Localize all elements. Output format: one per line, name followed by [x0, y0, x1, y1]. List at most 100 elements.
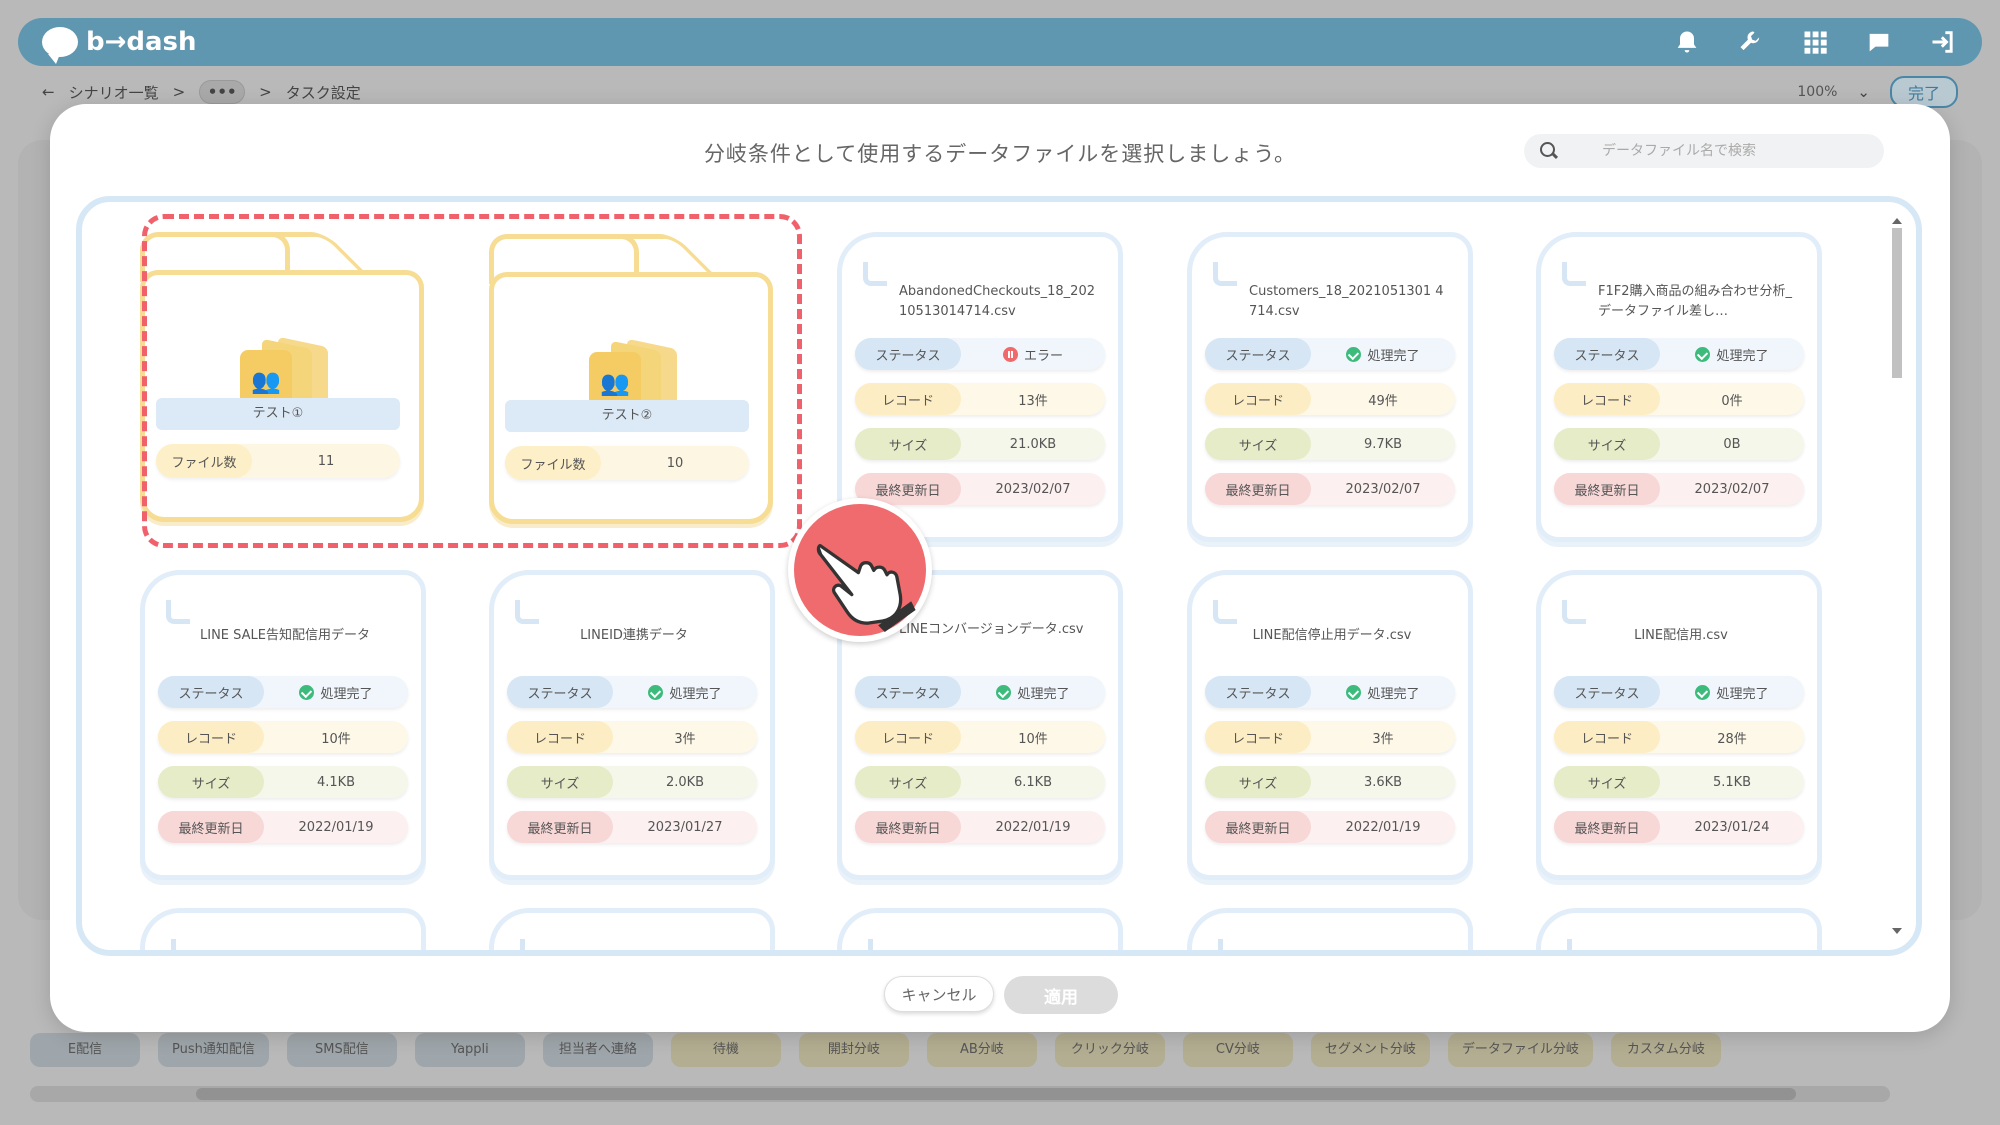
chevron-down-icon[interactable]: ⌄: [1857, 83, 1870, 101]
record-row: レコード 3件: [507, 721, 757, 753]
file-card[interactable]: [1536, 908, 1822, 950]
palette-item[interactable]: E配信: [30, 1033, 140, 1067]
record-row: レコード 0件: [1554, 383, 1804, 415]
size-row: サイズ 5.1KB: [1554, 766, 1804, 798]
palette-item[interactable]: CV分岐: [1182, 1033, 1293, 1067]
record-row: レコード 28件: [1554, 721, 1804, 753]
file-name: LINE配信停止用データ.csv: [1252, 628, 1412, 643]
search-icon: [1540, 142, 1558, 160]
updated-row: 最終更新日 2023/01/24: [1554, 811, 1804, 843]
back-arrow-icon[interactable]: ←: [42, 83, 55, 101]
record-row: レコード 13件: [855, 383, 1105, 415]
vertical-scrollbar-thumb[interactable]: [1892, 228, 1902, 378]
breadcrumb-more-button[interactable]: •••: [199, 80, 246, 104]
check-icon: [1346, 346, 1362, 362]
file-name: LINE配信用.csv: [1634, 628, 1728, 643]
status-value: 処理完了: [1367, 348, 1420, 364]
hand-pointer-icon: [788, 498, 932, 642]
zoom-select[interactable]: 100%: [1797, 84, 1837, 100]
status-row: ステータス 処理完了: [507, 676, 757, 708]
status-value: 処理完了: [1017, 686, 1070, 702]
size-row: サイズ 6.1KB: [855, 766, 1105, 798]
size-row: サイズ 3.6KB: [1205, 766, 1455, 798]
palette-item[interactable]: AB分岐: [926, 1033, 1037, 1067]
palette-item[interactable]: 担当者へ連絡: [542, 1033, 653, 1067]
palette-item[interactable]: SMS配信: [286, 1033, 397, 1067]
file-card[interactable]: [489, 908, 775, 950]
wrench-icon[interactable]: [1736, 27, 1766, 57]
search-input[interactable]: [1602, 143, 1862, 159]
breadcrumb-separator: >: [172, 83, 186, 101]
grid-icon[interactable]: [1800, 27, 1830, 57]
file-name: LINEID連携データ: [580, 628, 688, 643]
status-value: 処理完了: [1716, 348, 1769, 364]
updated-row: 最終更新日 2022/01/19: [158, 811, 408, 843]
check-icon: [1695, 346, 1711, 362]
size-row: サイズ 4.1KB: [158, 766, 408, 798]
breadcrumb-scenario-list[interactable]: シナリオ一覧: [69, 82, 159, 103]
status-value: 処理完了: [320, 686, 373, 702]
file-card[interactable]: LINE SALE告知配信用データ ステータス 処理完了 レコード 10件 サイズ 4…: [140, 570, 426, 880]
data-file-select-modal: 分岐条件として使用するデータファイルを選択しましょう。 👥 テスト① ファイル数…: [50, 104, 1950, 1032]
file-card[interactable]: [837, 908, 1123, 950]
apply-button[interactable]: 適用: [1004, 976, 1118, 1014]
palette-item[interactable]: カスタム分岐: [1610, 1033, 1721, 1067]
scroll-down-icon[interactable]: [1892, 928, 1902, 934]
file-card[interactable]: Customers_18_2021051301 4714.csv ステータス 処理…: [1187, 232, 1473, 542]
updated-row: 最終更新日 2023/02/07: [855, 473, 1105, 505]
palette-item[interactable]: セグメント分岐: [1310, 1033, 1430, 1067]
search-box[interactable]: [1524, 134, 1884, 168]
file-name: Customers_18_2021051301 4714.csv: [1249, 284, 1444, 319]
record-row: レコード 10件: [158, 721, 408, 753]
file-card[interactable]: LINEID連携データ ステータス 処理完了 レコード 3件 サイズ 2.0KB 最終…: [489, 570, 775, 880]
status-value: エラー: [1023, 348, 1063, 364]
logo-bubble-icon: [42, 27, 78, 64]
status-row: ステータス 処理完了: [158, 676, 408, 708]
task-palette: E配信 Push通知配信 SMS配信 Yappli 担当者へ連絡 待機 開封分岐…: [30, 1030, 1890, 1070]
file-name: F1F2購入商品の組み合わせ分析_データファイル差し…: [1598, 284, 1792, 319]
horizontal-scrollbar-thumb[interactable]: [196, 1088, 1796, 1100]
updated-row: 最終更新日 2023/01/27: [507, 811, 757, 843]
status-value: 処理完了: [1716, 686, 1769, 702]
file-card[interactable]: AbandonedCheckouts_18_20210513014714.csv…: [837, 232, 1123, 542]
check-icon: [996, 684, 1012, 700]
vertical-scrollbar[interactable]: [1890, 218, 1904, 934]
file-name: AbandonedCheckouts_18_20210513014714.csv: [899, 284, 1095, 319]
file-card[interactable]: F1F2購入商品の組み合わせ分析_データファイル差し… ステータス 処理完了 レコ…: [1536, 232, 1822, 542]
status-row: ステータス 処理完了: [855, 676, 1105, 708]
status-row: ステータス 処理完了: [1554, 676, 1804, 708]
size-row: サイズ 9.7KB: [1205, 428, 1455, 460]
status-value: 処理完了: [669, 686, 722, 702]
file-name: LINE SALE告知配信用データ: [200, 628, 370, 643]
logo-text: b→dash: [86, 27, 197, 57]
file-card[interactable]: LINE配信用.csv ステータス 処理完了 レコード 28件 サイズ 5.1KB 最…: [1536, 570, 1822, 880]
palette-item[interactable]: Push通知配信: [158, 1033, 269, 1067]
scroll-up-icon[interactable]: [1892, 218, 1902, 224]
status-row: ステータス エラー: [855, 338, 1105, 370]
size-row: サイズ 0B: [1554, 428, 1804, 460]
file-card[interactable]: [140, 908, 426, 950]
cancel-button[interactable]: キャンセル: [884, 976, 994, 1012]
updated-row: 最終更新日 2022/01/19: [855, 811, 1105, 843]
logout-icon[interactable]: [1928, 27, 1958, 57]
palette-item[interactable]: データファイル分岐: [1447, 1033, 1593, 1067]
bell-icon[interactable]: [1672, 27, 1702, 57]
updated-row: 最終更新日 2022/01/19: [1205, 811, 1455, 843]
file-card[interactable]: [1187, 908, 1473, 950]
check-icon: [648, 684, 664, 700]
chat-icon[interactable]: [1864, 27, 1894, 57]
palette-item[interactable]: Yappli: [414, 1033, 525, 1067]
record-row: レコード 49件: [1205, 383, 1455, 415]
logo[interactable]: b→dash: [42, 27, 197, 64]
status-value: 処理完了: [1367, 686, 1420, 702]
folder-selection-highlight: [142, 214, 802, 548]
palette-item[interactable]: 待機: [670, 1033, 781, 1067]
palette-item[interactable]: 開封分岐: [798, 1033, 909, 1067]
check-icon: [1346, 684, 1362, 700]
palette-item[interactable]: クリック分岐: [1054, 1033, 1165, 1067]
record-row: レコード 3件: [1205, 721, 1455, 753]
file-card[interactable]: LINE配信停止用データ.csv ステータス 処理完了 レコード 3件 サイズ 3.6…: [1187, 570, 1473, 880]
size-row: サイズ 2.0KB: [507, 766, 757, 798]
updated-row: 最終更新日 2023/02/07: [1205, 473, 1455, 505]
record-row: レコード 10件: [855, 721, 1105, 753]
